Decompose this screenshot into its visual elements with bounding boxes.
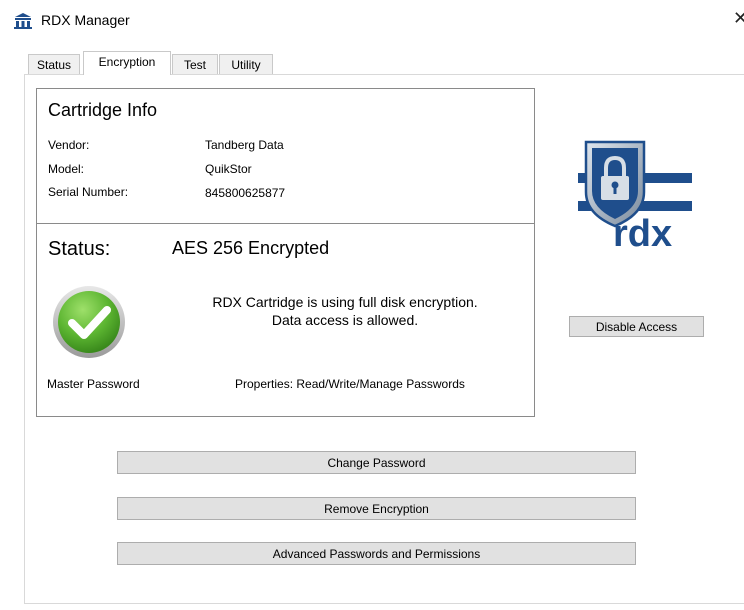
model-value: QuikStor bbox=[205, 162, 252, 176]
properties-text: Properties: Read/Write/Manage Passwords bbox=[235, 377, 465, 391]
disable-access-label: Disable Access bbox=[595, 319, 678, 334]
app-icon bbox=[14, 13, 32, 29]
tab-test-label: Test bbox=[183, 58, 206, 72]
window-title: RDX Manager bbox=[41, 12, 130, 28]
cartridge-info-heading: Cartridge Info bbox=[48, 100, 158, 120]
status-message-line2: Data access is allowed. bbox=[271, 312, 419, 328]
tab-encryption-label: Encryption bbox=[98, 55, 156, 69]
close-icon[interactable]: ✕ bbox=[733, 8, 744, 29]
advanced-passwords-button[interactable]: Advanced Passwords and Permissions bbox=[117, 542, 636, 565]
info-divider bbox=[36, 223, 535, 224]
status-message-line1: RDX Cartridge is using full disk encrypt… bbox=[212, 294, 478, 310]
tab-test[interactable]: Test bbox=[172, 54, 218, 75]
serial-number-label: Serial Number: bbox=[48, 185, 129, 199]
status-label: Status: bbox=[48, 238, 111, 260]
remove-encryption-button[interactable]: Remove Encryption bbox=[117, 497, 636, 520]
vendor-value: Tandberg Data bbox=[205, 138, 284, 152]
rdx-shield-logo: rdx bbox=[578, 140, 692, 255]
remove-encryption-label: Remove Encryption bbox=[324, 501, 429, 516]
tab-encryption[interactable]: Encryption bbox=[83, 51, 171, 75]
model-label: Model: bbox=[48, 162, 85, 176]
change-password-label: Change Password bbox=[327, 455, 426, 470]
green-checkmark-icon bbox=[53, 286, 125, 358]
change-password-button[interactable]: Change Password bbox=[117, 451, 636, 474]
serial-number-value: 845800625877 bbox=[205, 186, 286, 200]
vendor-label: Vendor: bbox=[48, 138, 90, 152]
tab-status-label: Status bbox=[36, 58, 72, 72]
rdx-logo-text: rdx bbox=[613, 213, 672, 255]
disable-access-button[interactable]: Disable Access bbox=[569, 316, 704, 337]
tab-utility[interactable]: Utility bbox=[219, 54, 273, 75]
tab-utility-label: Utility bbox=[231, 58, 261, 72]
title-bar: RDX Manager ✕ bbox=[0, 0, 744, 40]
tab-status[interactable]: Status bbox=[28, 54, 80, 75]
status-value: AES 256 Encrypted bbox=[172, 238, 330, 258]
password-type: Master Password bbox=[47, 377, 140, 391]
advanced-passwords-label: Advanced Passwords and Permissions bbox=[272, 546, 481, 561]
